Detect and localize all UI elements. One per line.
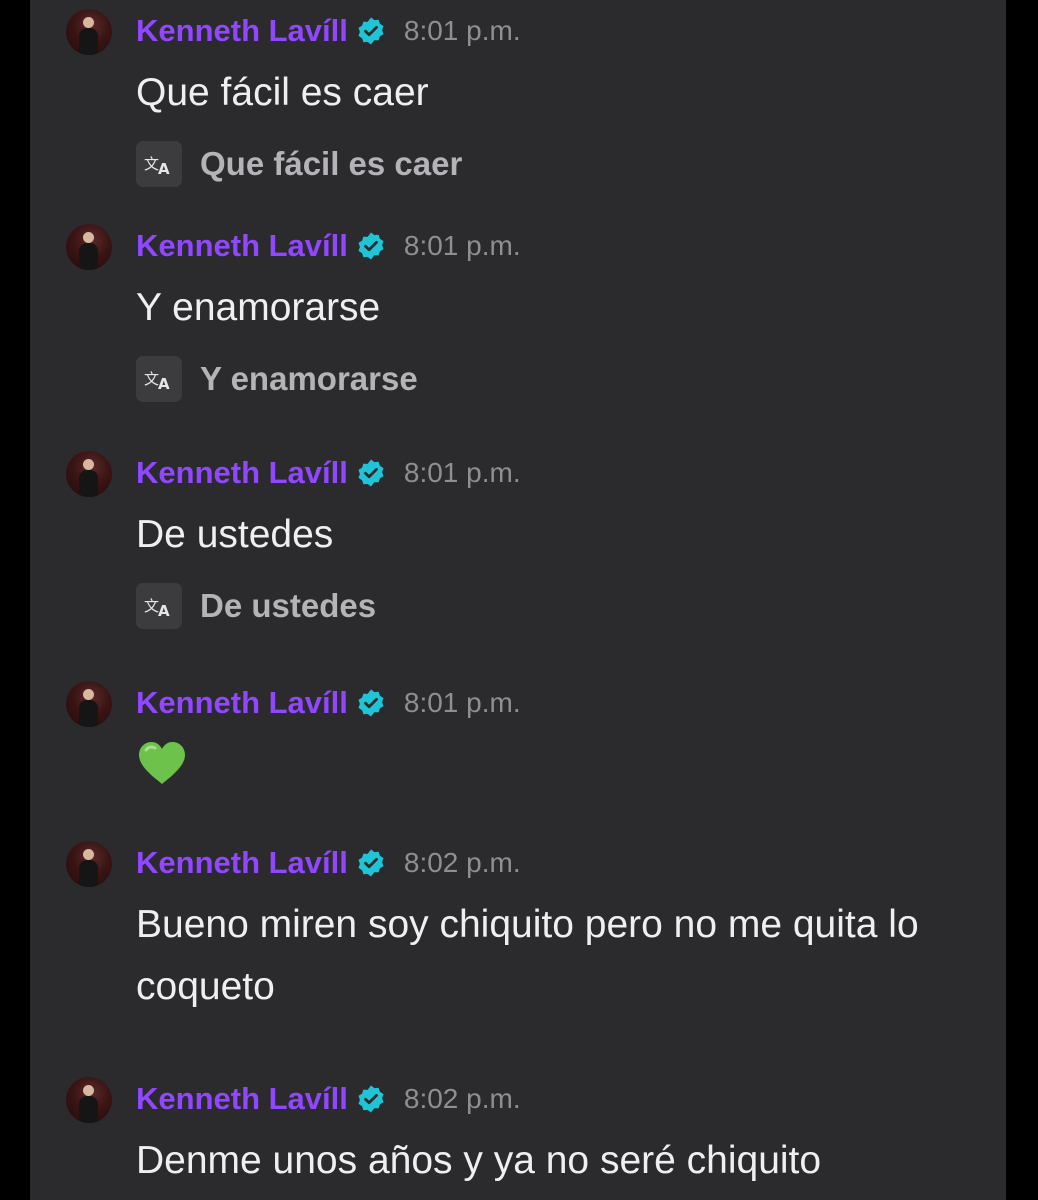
message-header: Kenneth Lavíll 8:01 p.m. [136, 226, 521, 266]
username[interactable]: Kenneth Lavíll [136, 228, 348, 264]
chat-message[interactable]: Kenneth Lavíll 8:01 p.m. [30, 672, 1006, 812]
message-text: Que fácil es caer [136, 71, 429, 114]
username[interactable]: Kenneth Lavíll [136, 1081, 348, 1117]
translate-icon[interactable]: 文 A [136, 141, 182, 187]
svg-text:文: 文 [144, 370, 159, 388]
verified-badge-icon [358, 232, 384, 260]
timestamp: 8:01 p.m. [403, 15, 521, 46]
timestamp: 8:01 p.m. [403, 230, 521, 261]
username[interactable]: Kenneth Lavíll [136, 845, 348, 881]
translation-text: Que fácil es caer [200, 145, 463, 182]
translate-icon[interactable]: 文 A [136, 583, 182, 629]
message-header: Kenneth Lavíll 8:01 p.m. [136, 453, 521, 493]
message-text: Denme unos años y ya no seré chiquito [136, 1139, 822, 1182]
timestamp: 8:02 p.m. [403, 1083, 521, 1114]
message-header: Kenneth Lavíll 8:02 p.m. [136, 843, 521, 883]
translation-row[interactable]: 文 A Que fácil es caer [136, 141, 462, 187]
timestamp: 8:02 p.m. [403, 847, 521, 878]
username[interactable]: Kenneth Lavíll [136, 455, 348, 491]
verified-badge-icon [358, 689, 384, 717]
chat-message[interactable]: Kenneth Lavíll 8:02 p.m. Denme unos años… [30, 1068, 1006, 1200]
message-header: Kenneth Lavíll 8:02 p.m. [136, 1079, 521, 1119]
translation-row[interactable]: 文 A De ustedes [136, 583, 376, 629]
message-header: Kenneth Lavíll 8:01 p.m. [136, 683, 521, 723]
timestamp: 8:01 p.m. [403, 457, 521, 488]
username[interactable]: Kenneth Lavíll [136, 13, 348, 49]
message-text: Bueno miren soy chiquito pero no me quit… [136, 903, 919, 1008]
user-avatar[interactable] [66, 451, 112, 497]
svg-text:文: 文 [144, 597, 159, 615]
message-header: Kenneth Lavíll 8:01 p.m. [136, 11, 521, 51]
chat-message[interactable]: Kenneth Lavíll 8:01 p.m. Y enamorarse 文 … [30, 215, 1006, 435]
chat-message[interactable]: Kenneth Lavíll 8:02 p.m. Bueno miren soy… [30, 832, 1006, 1052]
translate-icon[interactable]: 文 A [136, 356, 182, 402]
verified-badge-icon [358, 459, 384, 487]
svg-text:A: A [158, 602, 170, 618]
username[interactable]: Kenneth Lavíll [136, 685, 348, 721]
timestamp: 8:01 p.m. [403, 687, 521, 718]
svg-text:A: A [158, 160, 170, 176]
message-text: De ustedes [136, 513, 334, 556]
user-avatar[interactable] [66, 1077, 112, 1123]
chat-message[interactable]: Kenneth Lavíll 8:01 p.m. Que fácil es ca… [30, 0, 1006, 215]
user-avatar[interactable] [66, 681, 112, 727]
translation-text: Y enamorarse [200, 360, 418, 397]
user-avatar[interactable] [66, 841, 112, 887]
chat-panel-top: Kenneth Lavíll 8:01 p.m. Que fácil es ca… [30, 0, 1006, 648]
verified-badge-icon [358, 17, 384, 45]
chat-panel-bottom: Kenneth Lavíll 8:01 p.m. Kenneth Lavíll … [30, 648, 1006, 1200]
svg-text:文: 文 [144, 155, 159, 173]
message-text: Y enamorarse [136, 286, 381, 329]
translation-row[interactable]: 文 A Y enamorarse [136, 356, 418, 402]
user-avatar[interactable] [66, 9, 112, 55]
user-avatar[interactable] [66, 224, 112, 270]
translation-text: De ustedes [200, 587, 377, 624]
chat-message[interactable]: Kenneth Lavíll 8:01 p.m. De ustedes 文 A … [30, 442, 1006, 648]
svg-text:A: A [158, 375, 170, 391]
green-heart-emoji [139, 742, 185, 784]
verified-badge-icon [358, 849, 384, 877]
verified-badge-icon [358, 1085, 384, 1113]
